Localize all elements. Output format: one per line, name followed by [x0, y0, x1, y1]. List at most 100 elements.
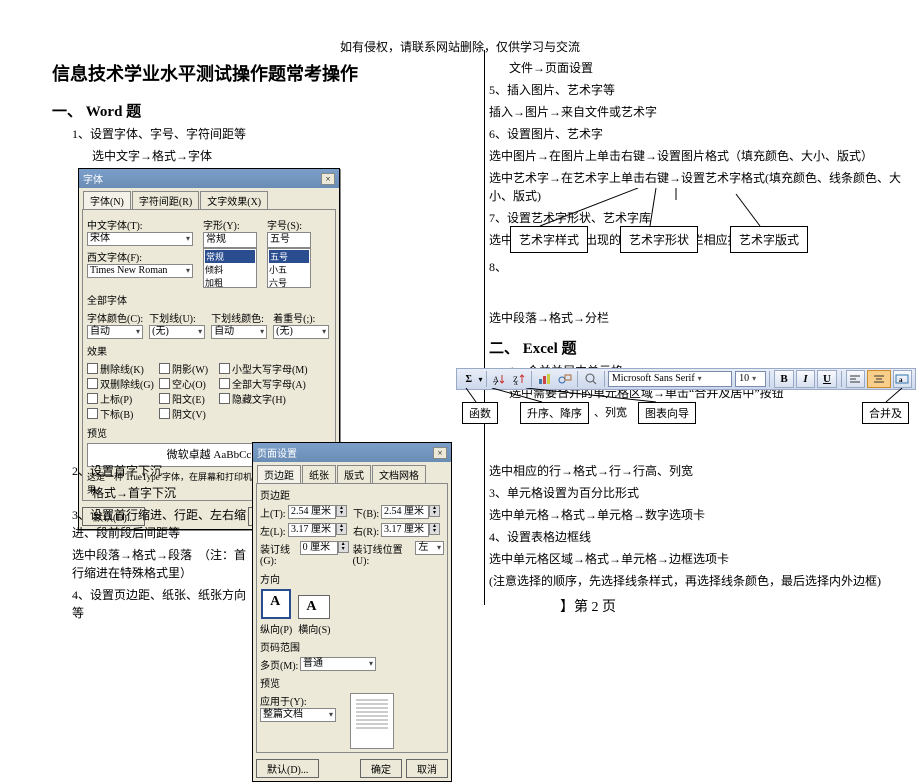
- val-left[interactable]: 3.17 厘米: [288, 523, 336, 537]
- cancel-button[interactable]: 取消: [406, 759, 448, 778]
- group-pages: 页码范围: [260, 639, 444, 654]
- orient-landscape-icon[interactable]: [298, 595, 330, 619]
- size-list[interactable]: 五号 小五 六号 小六 七号: [267, 248, 311, 288]
- cb-shadow[interactable]: 阴影(W): [159, 361, 219, 376]
- val-top[interactable]: 2.54 厘米: [288, 505, 336, 519]
- list-item[interactable]: 加粗: [205, 276, 255, 288]
- column-divider: [484, 50, 485, 605]
- tab-spacing[interactable]: 字符间距(R): [132, 191, 199, 209]
- lbl-multi: 多页(M):: [260, 657, 300, 672]
- r-l5: 选中图片→在图片上单击右键→设置图片格式（填充颜色、大小、版式）: [489, 147, 907, 165]
- e6: 4、设置表格边框线: [489, 528, 907, 546]
- toolbar-callout-lines: [456, 388, 916, 406]
- section-word: 一、 Word 题: [52, 100, 472, 121]
- list-item[interactable]: 五号: [269, 250, 309, 263]
- list-item[interactable]: 常规: [205, 250, 255, 263]
- cb-engrave[interactable]: 阴文(V): [159, 406, 219, 421]
- item-1b: 选中文字→格式→字体: [92, 147, 472, 165]
- tab-grid[interactable]: 文档网格: [372, 465, 426, 483]
- val-bottom[interactable]: 2.54 厘米: [381, 505, 429, 519]
- cb-allcaps[interactable]: 全部大写字母(A): [219, 376, 319, 391]
- close-icon[interactable]: ×: [433, 447, 447, 459]
- group-margin: 页边距: [260, 487, 444, 502]
- label-cnfont: 中文字体(T):: [87, 217, 197, 232]
- lbl-top: 上(T):: [260, 505, 288, 520]
- zoom-icon[interactable]: [582, 370, 600, 388]
- font-size-field[interactable]: 10: [735, 371, 766, 387]
- emph-select[interactable]: (无): [273, 325, 329, 339]
- dialog-titlebar: 字体 ×: [79, 169, 339, 188]
- align-center-icon[interactable]: [867, 370, 890, 388]
- underline-button[interactable]: U: [817, 370, 836, 388]
- lbl-landscape: 横向(S): [298, 621, 330, 636]
- list-item[interactable]: 小五: [269, 263, 309, 276]
- cb-strike[interactable]: 删除线(K): [87, 361, 159, 376]
- r-l3: 插入→图片→来自文件或艺术字: [489, 103, 907, 121]
- merge-center-icon[interactable]: a: [893, 370, 912, 388]
- style-list[interactable]: 常规 倾斜 加粗 加粗 倾斜: [203, 248, 257, 288]
- cb-smallcaps[interactable]: 小型大写字母(M): [219, 361, 319, 376]
- font-name-field[interactable]: Microsoft Sans Serif: [608, 371, 732, 387]
- cb-super[interactable]: 上标(P): [87, 391, 159, 406]
- ok-button[interactable]: 确定: [360, 759, 402, 778]
- label-effects: 效果: [87, 343, 331, 358]
- lbl-portrait: 纵向(P): [260, 621, 292, 636]
- cnfont-select[interactable]: 宋体: [87, 232, 193, 246]
- svg-text:A: A: [513, 380, 519, 385]
- tab-effects[interactable]: 文字效果(X): [200, 191, 268, 209]
- item-2b: 格式→首字下沉: [92, 484, 252, 502]
- align-left-icon[interactable]: [846, 370, 865, 388]
- list-item[interactable]: 六号: [269, 276, 309, 288]
- chart-wizard-icon[interactable]: [536, 370, 554, 388]
- bold-button[interactable]: B: [774, 370, 793, 388]
- underline-select[interactable]: (无): [149, 325, 205, 339]
- tab-margin[interactable]: 页边距: [257, 465, 301, 483]
- r-l9: 8、: [489, 258, 509, 276]
- sort-desc-icon[interactable]: ZA: [510, 370, 528, 388]
- left-items-continued: 2、设置首字下沉 格式→首字下沉 3、设置首行缩进、行距、左右缩进、段前段后间距…: [52, 458, 252, 622]
- excel-toolbar: Σ ▾ AZ ZA Microsoft Sans Serif 10 B I U …: [456, 368, 916, 390]
- item-4: 4、设置页边距、纸张、纸张方向等: [72, 586, 252, 622]
- list-item[interactable]: 倾斜: [205, 263, 255, 276]
- tab-font[interactable]: 字体(N): [83, 191, 131, 209]
- item-1: 1、设置字体、字号、字符间距等: [72, 125, 472, 143]
- close-icon[interactable]: ×: [321, 173, 335, 185]
- cb-sub[interactable]: 下标(B): [87, 406, 159, 421]
- e7: 选中单元格区域→格式→单元格→边框选项卡: [489, 550, 907, 568]
- val-multi[interactable]: 普通: [300, 657, 376, 671]
- label-undercolor: 下划线颜色:: [211, 310, 267, 325]
- dialog-title: 字体: [83, 171, 103, 186]
- italic-button[interactable]: I: [796, 370, 815, 388]
- cb-outline[interactable]: 空心(O): [159, 376, 219, 391]
- default-button[interactable]: 默认(D)...: [256, 759, 319, 778]
- val-gutter[interactable]: 0 厘米: [300, 541, 338, 555]
- enfont-select[interactable]: Times New Roman: [87, 264, 193, 278]
- group-preview: 预览: [260, 675, 444, 690]
- callout-colw: 、列宽: [594, 404, 627, 420]
- drawing-icon[interactable]: [556, 370, 574, 388]
- val-apply[interactable]: 整篇文档: [260, 708, 336, 722]
- page-footer: 】第 2 页: [560, 596, 616, 616]
- tab-layout[interactable]: 版式: [337, 465, 371, 483]
- r-l10: 选中段落→格式→分栏: [489, 309, 907, 327]
- svg-text:a: a: [899, 376, 903, 384]
- cb-dblstrike[interactable]: 双删除线(G): [87, 376, 159, 391]
- undercolor-select[interactable]: 自动: [211, 325, 267, 339]
- group-orient: 方向: [260, 571, 444, 586]
- r-l2: 5、插入图片、艺术字等: [489, 81, 907, 99]
- sort-asc-icon[interactable]: AZ: [490, 370, 508, 388]
- val-right[interactable]: 3.17 厘米: [381, 523, 429, 537]
- size-field[interactable]: 五号: [267, 232, 311, 248]
- style-field[interactable]: 常规: [203, 232, 257, 248]
- e5: 选中单元格→格式→单元格→数字选项卡: [489, 506, 907, 524]
- cb-emboss[interactable]: 阳文(E): [159, 391, 219, 406]
- tab-paper[interactable]: 纸张: [302, 465, 336, 483]
- cb-hidden[interactable]: 隐藏文字(H): [219, 391, 319, 406]
- val-gutpos[interactable]: 左: [415, 541, 444, 555]
- page-preview-icon: [350, 693, 394, 749]
- sum-icon[interactable]: Σ: [460, 370, 478, 388]
- lbl-gutpos: 装订线位置(U):: [353, 541, 416, 567]
- orient-portrait-icon[interactable]: [261, 589, 291, 619]
- fontcolor-select[interactable]: 自动: [87, 325, 143, 339]
- r-l4: 6、设置图片、艺术字: [489, 125, 907, 143]
